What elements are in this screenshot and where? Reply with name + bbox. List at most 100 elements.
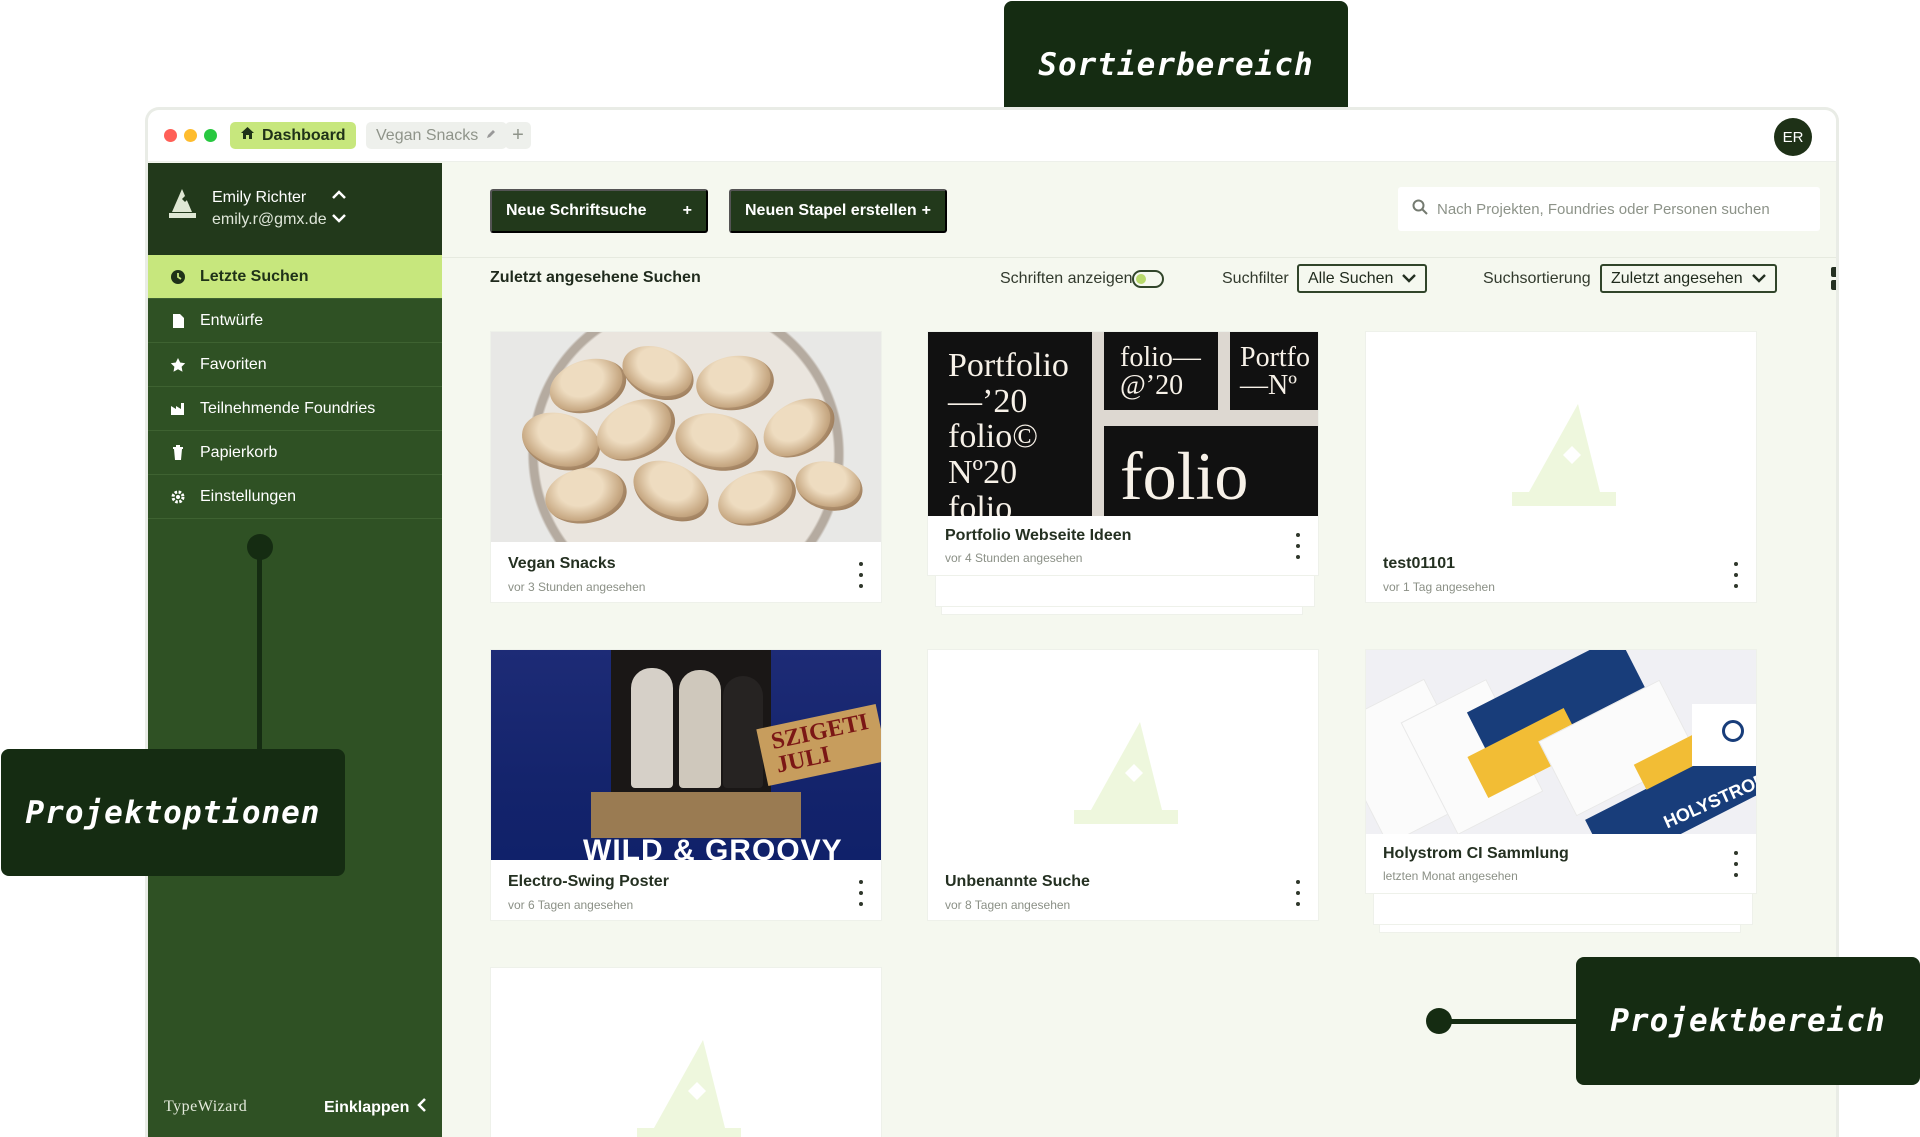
portfolio-panel-text: Portfolio —’20 folio© Nº20 folio (948, 347, 1069, 516)
sidebar-item-foundries[interactable]: Teilnehmende Foundries (148, 387, 442, 431)
star-icon (170, 357, 186, 373)
sidebar-item-favorites[interactable]: Favoriten (148, 343, 442, 387)
card-meta: vor 6 Tagen angesehen (508, 898, 634, 912)
sidebar-item-label: Favoriten (200, 355, 267, 373)
search-sort-select[interactable]: Zuletzt angesehen (1600, 264, 1777, 293)
holystrom-ci-image: HOLYSTROM (1366, 650, 1756, 834)
collapse-label: Einklappen (324, 1098, 410, 1116)
sidebar-item-label: Entwürfe (200, 311, 264, 329)
project-card-placeholder[interactable] (490, 967, 882, 1137)
card-meta: vor 4 Stunden angesehen (945, 551, 1083, 565)
project-options-callout: Projektoptionen (1, 749, 345, 876)
maximize-window-button[interactable] (204, 129, 217, 142)
project-card-vegan-snacks[interactable]: Vegan Snacks vor 3 Stunden angesehen (490, 331, 882, 603)
gear-icon (170, 489, 186, 505)
more-options-icon[interactable] (1732, 851, 1740, 877)
plus-icon: + (921, 202, 931, 219)
typewizard-logo: TypeWizard (164, 1098, 248, 1115)
plus-icon: + (682, 202, 692, 219)
section-title: Zuletzt angesehene Suchen (490, 269, 701, 286)
add-tab-button[interactable]: + (505, 122, 531, 149)
tab-vegan-snacks-label: Vegan Snacks (376, 126, 479, 144)
sidebar-menu: Letzte Suchen Entwürfe Favoriten Teilneh… (148, 255, 442, 519)
card-meta: vor 3 Stunden angesehen (508, 580, 646, 594)
new-stack-label: Neuen Stapel erstellen (745, 202, 917, 219)
poster-sign-text: SZIGETI JULI (768, 709, 871, 779)
placeholder-image (491, 968, 881, 1137)
sort-value: Zuletzt angesehen (1611, 269, 1743, 287)
more-options-icon[interactable] (857, 880, 865, 906)
user-email: emily.r@gmx.de (212, 211, 327, 228)
tab-vegan-snacks[interactable]: Vegan Snacks (366, 122, 508, 149)
search-box[interactable] (1398, 187, 1820, 231)
show-fonts-toggle[interactable] (1132, 270, 1164, 288)
portfolio-panel: Portfolio —’20 folio© Nº20 folio (928, 332, 1092, 516)
avatar[interactable]: ER (1774, 118, 1812, 156)
portfolio-panel: folio— @’20 (1104, 332, 1218, 410)
project-card-portfolio[interactable]: Portfolio —’20 folio© Nº20 folio folio— … (927, 331, 1319, 576)
portfolio-panel: Portfo —Nº (1230, 332, 1318, 410)
collapse-sidebar-button[interactable]: Einklappen (324, 1097, 427, 1118)
portfolio-panel: folio— (1104, 426, 1318, 516)
electro-swing-poster-image: SZIGETI JULI WILD & GROOVY (491, 650, 881, 860)
user-switcher[interactable]: Emily Richter emily.r@gmx.de (148, 163, 442, 255)
sort-bar: Zuletzt angesehene Suchen Schriften anze… (442, 257, 1836, 299)
minimize-window-button[interactable] (181, 126, 200, 145)
portfolio-panel-text: folio— (1120, 438, 1249, 516)
more-options-icon[interactable] (857, 562, 865, 588)
sidebar-item-settings[interactable]: Einstellungen (148, 475, 442, 519)
card-meta: vor 8 Tagen angesehen (945, 898, 1071, 912)
holystrom-logo-icon (1722, 720, 1744, 742)
chevron-left-icon (417, 1097, 427, 1118)
more-options-icon[interactable] (1294, 880, 1302, 906)
sidebar: Emily Richter emily.r@gmx.de Letzte Such… (148, 163, 442, 1137)
project-callout-dot (1426, 1008, 1452, 1034)
card-title: Vegan Snacks (508, 555, 616, 572)
wizard-placeholder-icon (1512, 404, 1616, 513)
sidebar-item-drafts[interactable]: Entwürfe (148, 299, 442, 343)
filter-value: Alle Suchen (1308, 269, 1394, 287)
portfolio-image: Portfolio —’20 folio© Nº20 folio folio— … (928, 332, 1318, 516)
title-bar: Dashboard Vegan Snacks + ER (148, 110, 1836, 162)
chevron-down-icon (1402, 270, 1417, 288)
project-card-electro-swing[interactable]: SZIGETI JULI WILD & GROOVY Electro-Swing… (490, 649, 882, 921)
chevron-up-icon[interactable] (331, 188, 347, 206)
close-window-button[interactable] (164, 129, 177, 142)
wizard-placeholder-icon (637, 1040, 741, 1137)
project-card-holystrom[interactable]: HOLYSTROM Holystrom CI Sammlung letzten … (1365, 649, 1757, 894)
trash-icon (170, 444, 186, 461)
card-meta: vor 1 Tag angesehen (1383, 580, 1495, 594)
sidebar-footer: TypeWizard Einklappen (148, 1073, 442, 1137)
show-fonts-label: Schriften anzeigen (1000, 270, 1133, 287)
chevron-down-icon (1751, 270, 1766, 288)
new-font-search-button[interactable]: Neue Schriftsuche + (490, 189, 708, 233)
new-stack-button[interactable]: Neuen Stapel erstellen + (729, 189, 947, 233)
user-name: Emily Richter (212, 189, 307, 206)
more-options-icon[interactable] (1294, 533, 1302, 559)
project-card-untitled-search[interactable]: Unbenannte Suche vor 8 Tagen angesehen (927, 649, 1319, 921)
new-font-search-label: Neue Schriftsuche (506, 202, 647, 219)
portfolio-panel-text: Portfo —Nº (1240, 342, 1310, 401)
sidebar-item-label: Papierkorb (200, 443, 278, 461)
project-callout-line (1438, 1019, 1578, 1024)
clock-icon (170, 269, 186, 285)
tab-dashboard[interactable]: Dashboard (230, 122, 356, 149)
sidebar-item-trash[interactable]: Papierkorb (148, 431, 442, 475)
sidebar-item-recent-searches[interactable]: Letzte Suchen (148, 255, 442, 299)
home-icon (240, 126, 255, 145)
search-input[interactable] (1437, 200, 1807, 218)
search-filter-select[interactable]: Alle Suchen (1297, 264, 1428, 293)
document-icon (170, 313, 186, 329)
poster-title-text: WILD & GROOVY (583, 834, 843, 860)
chevron-down-icon[interactable] (331, 211, 347, 229)
placeholder-image (928, 650, 1318, 860)
grid-view-icon[interactable] (1831, 267, 1836, 296)
pistachios-image (491, 332, 881, 542)
wizard-logo-icon (165, 188, 199, 229)
sidebar-item-label: Letzte Suchen (200, 267, 309, 285)
card-title: Portfolio Webseite Ideen (945, 527, 1132, 544)
more-options-icon[interactable] (1732, 562, 1740, 588)
card-title: Holystrom CI Sammlung (1383, 845, 1569, 862)
filter-label: Suchfilter (1222, 270, 1289, 287)
project-card-test01101[interactable]: test01101 vor 1 Tag angesehen (1365, 331, 1757, 603)
